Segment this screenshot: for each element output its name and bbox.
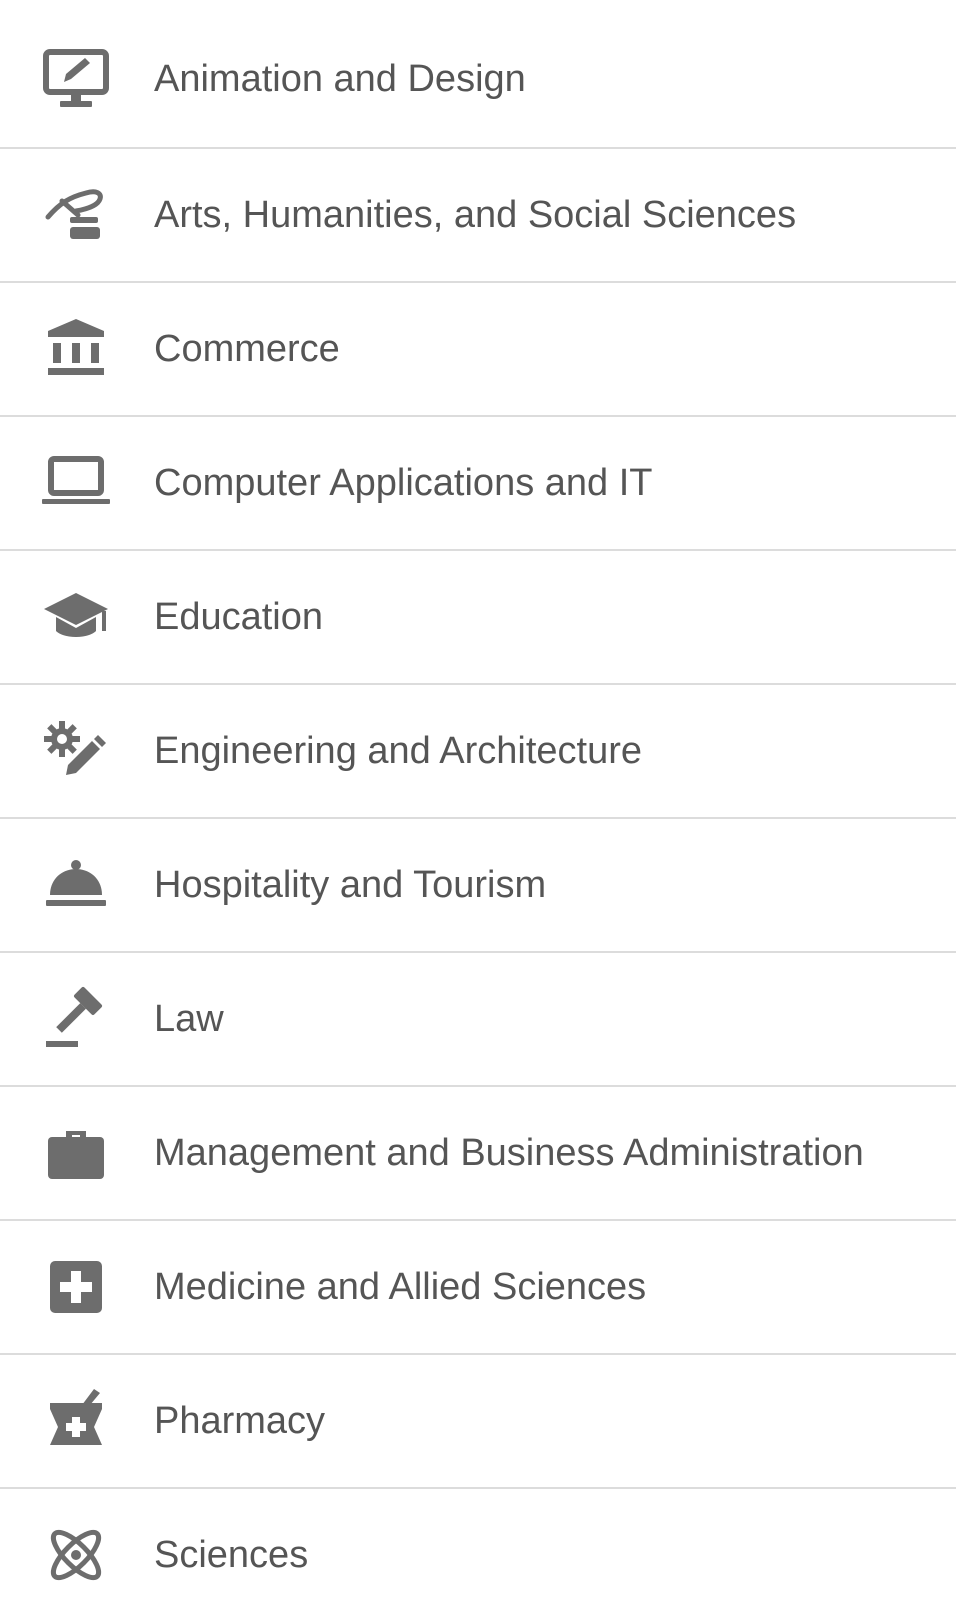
category-item-law[interactable]: Law [0, 951, 956, 1085]
category-label: Commerce [154, 327, 340, 370]
category-item-hospitality-tourism[interactable]: Hospitality and Tourism [0, 817, 956, 951]
category-label: Management and Business Administration [154, 1131, 864, 1174]
category-item-medicine-allied-sciences[interactable]: Medicine and Allied Sciences [0, 1219, 956, 1353]
category-item-engineering-architecture[interactable]: Engineering and Architecture [0, 683, 956, 817]
category-item-management-business-administration[interactable]: Management and Business Administration [0, 1085, 956, 1219]
laptop-icon [40, 447, 112, 519]
category-item-arts-humanities-social-sciences[interactable]: Arts, Humanities, and Social Sciences [0, 147, 956, 281]
category-item-computer-applications-it[interactable]: Computer Applications and IT [0, 415, 956, 549]
category-item-education[interactable]: Education [0, 549, 956, 683]
service-bell-icon [40, 849, 112, 921]
category-list: Animation and Design Arts, Humanities, a… [0, 0, 956, 1621]
category-label: Pharmacy [154, 1399, 326, 1442]
category-label: Engineering and Architecture [154, 729, 642, 772]
category-item-commerce[interactable]: Commerce [0, 281, 956, 415]
bank-icon [40, 313, 112, 385]
mortar-pestle-icon [40, 1385, 112, 1457]
category-label: Law [154, 997, 224, 1040]
briefcase-icon [40, 1117, 112, 1189]
medical-cross-icon [40, 1251, 112, 1323]
atom-icon [40, 1519, 112, 1591]
category-label: Arts, Humanities, and Social Sciences [154, 193, 797, 236]
category-item-animation-and-design[interactable]: Animation and Design [0, 0, 956, 147]
quill-icon [40, 179, 112, 251]
category-label: Medicine and Allied Sciences [154, 1265, 647, 1308]
category-item-pharmacy[interactable]: Pharmacy [0, 1353, 956, 1487]
category-item-sciences[interactable]: Sciences [0, 1487, 956, 1621]
monitor-edit-icon [40, 44, 112, 116]
category-label: Animation and Design [154, 58, 526, 100]
category-label: Education [154, 595, 324, 638]
graduation-cap-icon [40, 581, 112, 653]
category-label: Computer Applications and IT [154, 461, 653, 504]
gavel-icon [40, 983, 112, 1055]
category-label: Sciences [154, 1533, 309, 1576]
gear-pencil-icon [40, 715, 112, 787]
category-label: Hospitality and Tourism [154, 863, 547, 906]
